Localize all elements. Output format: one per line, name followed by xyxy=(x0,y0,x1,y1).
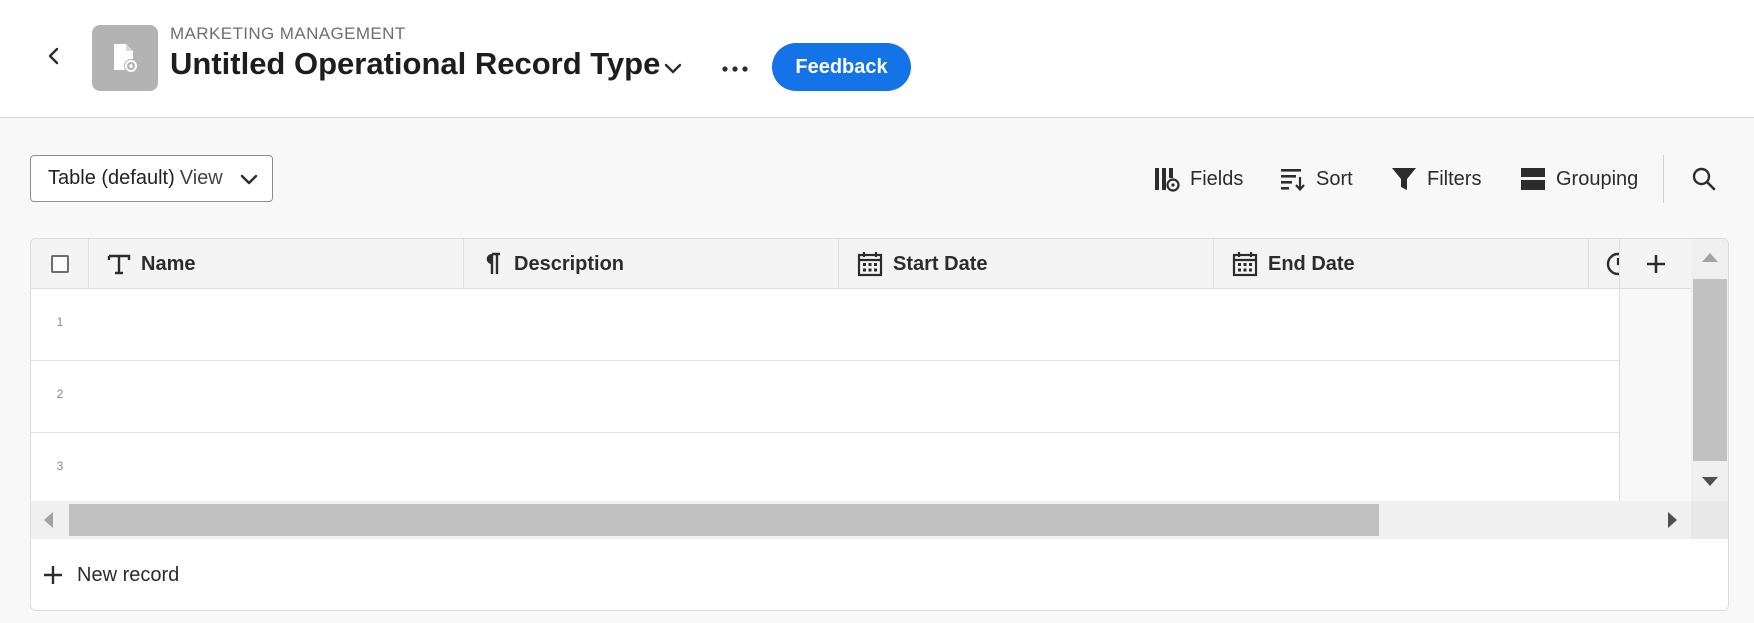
select-all-checkbox[interactable] xyxy=(50,255,69,273)
column-header-partial[interactable] xyxy=(1589,239,1619,289)
scroll-right-arrow[interactable] xyxy=(1668,512,1677,528)
view-suffix: View xyxy=(179,167,223,189)
toolbar-divider xyxy=(1663,155,1664,203)
back-button[interactable] xyxy=(40,42,68,70)
records-table: Name Description Start Date End Date 1 2… xyxy=(30,238,1729,611)
horizontal-scroll-thumb[interactable] xyxy=(69,504,1379,536)
filters-label: Filters xyxy=(1427,167,1482,190)
column-header-name[interactable]: Name xyxy=(89,239,464,289)
column-header-start-date[interactable]: Start Date xyxy=(839,239,1214,289)
sort-label: Sort xyxy=(1316,167,1353,190)
text-type-icon xyxy=(107,252,131,276)
row-number: 1 xyxy=(56,315,64,329)
record-type-icon xyxy=(92,25,158,91)
clock-icon xyxy=(1605,251,1619,277)
table-row[interactable]: 3 xyxy=(31,433,1619,505)
new-record-label: New record xyxy=(77,563,180,586)
table-header: Name Description Start Date End Date xyxy=(31,239,1619,289)
vertical-scrollbar[interactable] xyxy=(1691,239,1728,501)
filters-button[interactable]: Filters xyxy=(1391,162,1481,196)
row-number: 3 xyxy=(56,459,64,473)
column-label: Description xyxy=(514,252,625,275)
column-header-description[interactable]: Description xyxy=(464,239,839,289)
view-selector[interactable]: Table (default) View xyxy=(30,155,273,202)
column-header-end-date[interactable]: End Date xyxy=(1214,239,1589,289)
vertical-scroll-thumb[interactable] xyxy=(1693,279,1727,461)
calendar-icon xyxy=(1232,251,1258,277)
workspace-label: MARKETING MANAGEMENT xyxy=(170,24,406,43)
page-header: MARKETING MANAGEMENT Untitled Operationa… xyxy=(0,0,1754,118)
add-column-area xyxy=(1619,289,1691,501)
grouping-button[interactable]: Grouping xyxy=(1520,162,1638,196)
plus-icon xyxy=(43,565,63,585)
page-title: Untitled Operational Record Type xyxy=(170,46,661,81)
columns-settings-icon xyxy=(1154,166,1180,192)
scrollbar-corner xyxy=(1691,501,1728,539)
search-button[interactable] xyxy=(1688,162,1720,196)
fields-label: Fields xyxy=(1190,167,1244,190)
sort-icon xyxy=(1280,166,1306,192)
view-name: Table (default) xyxy=(48,167,175,189)
sort-button[interactable]: Sort xyxy=(1280,162,1353,196)
chevron-down-icon xyxy=(664,63,682,74)
calendar-icon xyxy=(857,251,883,277)
more-horizontal-icon xyxy=(722,66,748,72)
grouping-icon xyxy=(1520,166,1546,192)
more-actions-button[interactable] xyxy=(718,54,752,84)
feedback-button[interactable]: Feedback xyxy=(772,43,911,91)
title-menu-button[interactable] xyxy=(658,54,688,84)
fields-button[interactable]: Fields xyxy=(1154,162,1243,196)
horizontal-scrollbar[interactable] xyxy=(31,501,1691,539)
plus-icon xyxy=(1646,254,1665,273)
row-number: 2 xyxy=(56,387,64,401)
search-icon xyxy=(1692,167,1716,191)
filter-funnel-icon xyxy=(1391,166,1417,192)
column-label: Start Date xyxy=(893,252,988,275)
column-label: End Date xyxy=(1268,252,1355,275)
chevron-down-icon xyxy=(240,174,258,185)
scroll-down-arrow[interactable] xyxy=(1702,477,1718,486)
new-record-button[interactable]: New record xyxy=(43,557,179,593)
column-label: Name xyxy=(141,252,196,275)
chevron-left-icon xyxy=(48,47,59,65)
scroll-left-arrow[interactable] xyxy=(44,512,53,528)
table-row[interactable]: 1 xyxy=(31,289,1619,361)
table-row[interactable]: 2 xyxy=(31,361,1619,433)
add-column-button[interactable] xyxy=(1619,239,1691,289)
document-gear-icon xyxy=(114,44,138,73)
scroll-up-arrow[interactable] xyxy=(1702,253,1718,262)
paragraph-icon xyxy=(482,252,504,276)
select-all-cell xyxy=(31,239,89,289)
grouping-label: Grouping xyxy=(1556,167,1639,190)
